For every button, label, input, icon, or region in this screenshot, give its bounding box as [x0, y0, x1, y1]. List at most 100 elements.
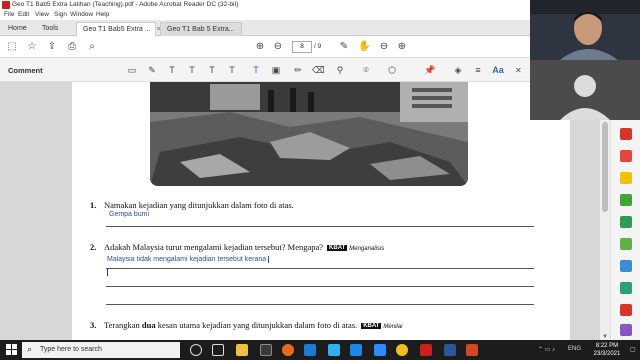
question-number: 3. [90, 320, 97, 330]
comment-tool-icon[interactable] [620, 172, 632, 184]
cortana-icon[interactable] [190, 344, 202, 356]
question-2: 2. Adakah Malaysia turut mengalami kejadi… [90, 242, 384, 252]
tab-document-1-label: Geo T1 Bab5 Extra ... [83, 26, 151, 33]
strikethrough-text-icon[interactable]: T [186, 64, 198, 76]
shapes-icon[interactable]: ⬡ [386, 64, 398, 76]
scrollbar-thumb[interactable] [602, 122, 608, 212]
send-for-review-icon[interactable] [620, 282, 632, 294]
export-pdf-icon[interactable] [620, 128, 632, 140]
clock-date: 23/3/2021 [593, 351, 621, 357]
notifications-icon[interactable]: ▢ [630, 346, 636, 353]
tab-document-2[interactable]: Geo T1 Bab 5 Extra... [160, 22, 242, 36]
fill-sign-icon[interactable] [620, 260, 632, 272]
lines-icon[interactable]: ≡ [472, 64, 484, 76]
print-icon[interactable]: ⎙ [66, 41, 78, 53]
combine-files-icon[interactable] [620, 238, 632, 250]
star-icon[interactable]: ☆ [26, 41, 38, 53]
zoom-in-icon[interactable]: ⊕ [396, 41, 408, 53]
fill-icon[interactable]: ◈ [452, 64, 464, 76]
answer-1[interactable]: Gempa bumi [109, 211, 149, 218]
window-title: Geo T1 Bab5 Extra Latihan (Teaching).pdf… [12, 1, 239, 8]
tab-document-1[interactable]: Geo T1 Bab5 Extra ... × [76, 22, 161, 36]
page-number-input[interactable]: 8 [292, 41, 312, 53]
font-size-icon[interactable]: Aa [492, 64, 504, 76]
tab-document-2-label: Geo T1 Bab 5 Extra... [167, 26, 235, 33]
comment-toolbar: Comment ▭ ✎ T T T T T ▣ ✏ ⌫ ⚲ ⌾ ⬡ 📌 ◈ ≡ … [0, 58, 530, 82]
text-box-icon[interactable]: ▣ [270, 64, 282, 76]
firefox-icon[interactable] [282, 344, 294, 356]
kbat-badge: KBAT [361, 323, 382, 329]
clock[interactable]: 8:22 PM 23/3/2021 [588, 342, 626, 358]
chrome-icon[interactable] [396, 344, 408, 356]
pdf-page[interactable]: 1. Namakan kejadian yang ditunjukkan dala… [72, 82, 570, 340]
zoom-icon[interactable] [374, 344, 386, 356]
answer-2-textbox[interactable]: Malaysia tidak mengalami kejadian terseb… [107, 256, 270, 263]
close-icon[interactable]: ✕ [515, 66, 522, 75]
hand-tool-icon[interactable]: ✋ [358, 41, 370, 53]
task-view-icon[interactable] [212, 344, 224, 356]
pin-icon[interactable]: 📌 [424, 64, 436, 76]
calculator-icon[interactable] [260, 344, 272, 356]
search-icon[interactable]: ⌕ [86, 41, 98, 53]
comment-label: Comment [8, 66, 43, 75]
question-number: 1. [90, 200, 97, 210]
more-tools-icon[interactable] [620, 324, 632, 336]
menu-edit[interactable]: Edit [18, 11, 29, 18]
create-pdf-icon[interactable] [620, 150, 632, 162]
webcam-presenter [530, 0, 640, 60]
zoom-out-icon[interactable]: ⊖ [378, 41, 390, 53]
pencil-icon[interactable]: ✏ [292, 64, 304, 76]
tray-icons[interactable]: ⌃ ▭ ♪ [538, 346, 555, 353]
store-icon[interactable] [328, 344, 340, 356]
question-text-post: kesan utama kejadian yang ditunjukkan da… [155, 320, 358, 330]
question-number: 2. [90, 242, 97, 252]
menu-view[interactable]: View [35, 11, 49, 18]
language-indicator[interactable]: ENG [568, 346, 581, 352]
vertical-scrollbar[interactable]: ▲ ▼ [600, 82, 610, 340]
page-up-icon[interactable]: ⊕ [254, 41, 266, 53]
edit-pdf-icon[interactable] [620, 194, 632, 206]
organize-pages-icon[interactable] [620, 216, 632, 228]
replace-text-icon[interactable]: T [206, 64, 218, 76]
mail-icon[interactable] [350, 344, 362, 356]
tab-home[interactable]: Home [2, 22, 33, 36]
powerpoint-icon[interactable] [466, 344, 478, 356]
main-toolbar: ⬚ ☆ ⇪ ⎙ ⌕ ⊕ ⊖ 8 / 9 ✎ ✋ ⊖ ⊕ [0, 36, 530, 58]
underline-text-icon[interactable]: T [166, 64, 178, 76]
stamp-icon[interactable]: ⚲ [334, 64, 346, 76]
upload-icon[interactable]: ⇪ [46, 41, 58, 53]
search-placeholder: Type here to search [40, 346, 102, 353]
eraser-icon[interactable]: ⌫ [312, 64, 325, 76]
answer-line [106, 226, 534, 227]
acrobat-taskbar-icon[interactable] [420, 344, 432, 356]
page-down-icon[interactable]: ⊖ [272, 41, 284, 53]
menu-window[interactable]: Window [70, 11, 93, 18]
word-icon[interactable] [444, 344, 456, 356]
insert-text-icon[interactable]: T [226, 64, 238, 76]
attach-icon[interactable]: ⌾ [360, 64, 372, 76]
file-explorer-icon[interactable] [236, 344, 248, 356]
select-tool-icon[interactable]: ✎ [338, 41, 350, 53]
highlight-icon[interactable]: ✎ [146, 64, 158, 76]
tab-tools[interactable]: Tools [36, 22, 64, 36]
protect-icon[interactable] [620, 304, 632, 316]
search-icon: ⌕ [27, 344, 33, 354]
kbat-badge: KBAT [327, 245, 348, 251]
text-cursor [107, 268, 108, 276]
answer-line [106, 286, 534, 287]
page-total: / 9 [314, 43, 322, 50]
answer-line [106, 268, 534, 269]
sticky-note-icon[interactable]: ▭ [126, 64, 138, 76]
menu-file[interactable]: File [4, 11, 14, 18]
menu-sign[interactable]: Sign [54, 11, 67, 18]
menu-help[interactable]: Help [96, 11, 109, 18]
acrobat-icon [2, 1, 10, 9]
windows-start-icon[interactable] [6, 344, 18, 356]
right-tools-panel [610, 120, 640, 340]
add-text-comment-icon[interactable]: T [250, 64, 262, 76]
earthquake-photo [150, 82, 468, 186]
edge-icon[interactable] [304, 344, 316, 356]
taskbar-search[interactable]: ⌕ Type here to search [22, 342, 180, 358]
document-viewport[interactable]: 1. Namakan kejadian yang ditunjukkan dala… [0, 82, 600, 340]
bookmark-icon[interactable]: ⬚ [6, 41, 18, 53]
